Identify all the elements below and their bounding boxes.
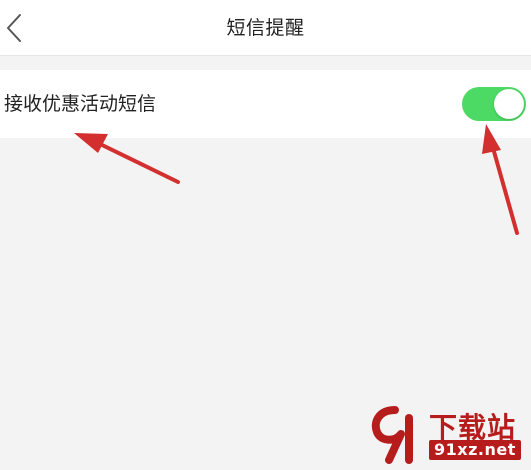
page-title: 短信提醒	[226, 17, 305, 39]
arrow-to-label	[74, 133, 180, 184]
toggle-knob	[494, 89, 524, 119]
arrow-to-toggle	[482, 124, 519, 235]
watermark-logo-icon	[371, 406, 413, 464]
setting-label: 接收优惠活动短信	[4, 93, 157, 115]
nav-bar: 短信提醒	[0, 0, 531, 56]
promo-sms-toggle[interactable]	[462, 87, 526, 121]
setting-row-promo-sms: 接收优惠活动短信	[0, 70, 531, 138]
watermark: 下载站 91xz.net	[365, 402, 525, 466]
watermark-url: 91xz.net	[429, 440, 521, 460]
